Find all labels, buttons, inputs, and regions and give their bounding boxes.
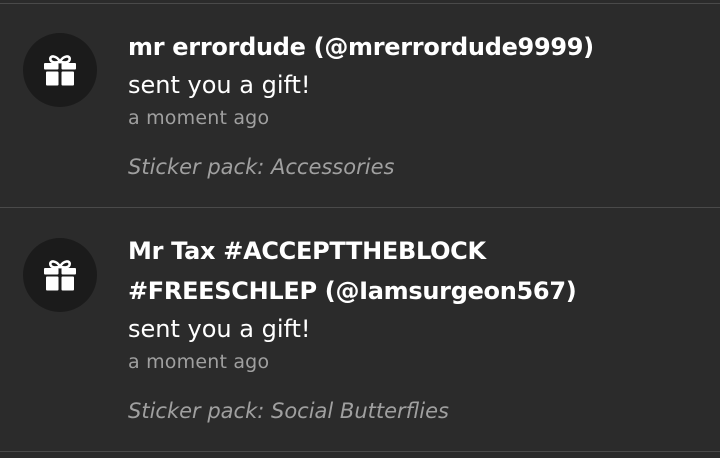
notification-content: Mr Tax #ACCEPTTHEBLOCK #FREESCHLEP (@Iam… — [128, 231, 698, 451]
divider — [0, 451, 720, 452]
gift-icon — [23, 238, 97, 312]
notification-message: sent you a gift! — [128, 315, 311, 343]
notification-message: sent you a gift! — [128, 71, 311, 99]
notification-list: mr errordude (@mrerrordude9999) sent you… — [0, 0, 720, 458]
sender-name-line-2[interactable]: #FREESCHLEP (@Iamsurgeon567) — [128, 271, 698, 311]
gift-icon-glyph — [44, 260, 76, 291]
sticker-pack-detail: Sticker pack: Accessories — [128, 155, 395, 179]
sticker-pack-detail: Sticker pack: Social Butterflies — [128, 399, 449, 423]
gift-icon-glyph — [44, 55, 76, 86]
sender-name-line-1[interactable]: Mr Tax #ACCEPTTHEBLOCK — [128, 231, 698, 271]
gift-notification[interactable]: Mr Tax #ACCEPTTHEBLOCK #FREESCHLEP (@Iam… — [0, 208, 720, 451]
notification-content: mr errordude (@mrerrordude9999) sent you… — [128, 27, 698, 207]
gift-notification[interactable]: mr errordude (@mrerrordude9999) sent you… — [0, 4, 720, 207]
gift-icon — [23, 33, 97, 107]
notification-time: a moment ago — [128, 351, 270, 373]
notification-time: a moment ago — [128, 107, 270, 129]
sender-name[interactable]: mr errordude (@mrerrordude9999) — [128, 27, 698, 67]
